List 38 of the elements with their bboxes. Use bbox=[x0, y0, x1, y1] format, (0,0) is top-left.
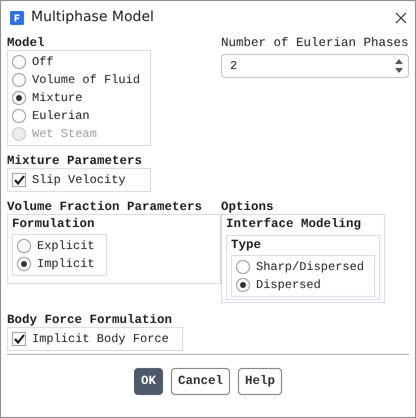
spinner-arrows-icon[interactable] bbox=[394, 58, 404, 74]
field-label: Number of Eulerian Phases bbox=[221, 36, 409, 50]
radio-button[interactable] bbox=[12, 73, 26, 87]
radio-button[interactable] bbox=[12, 109, 26, 123]
window-title: Multiphase Model bbox=[31, 8, 155, 27]
group-title: Formulation bbox=[12, 217, 96, 231]
radio-button[interactable] bbox=[17, 257, 31, 271]
radio-button[interactable] bbox=[17, 239, 31, 253]
group-title: Volume Fraction Parameters bbox=[7, 200, 204, 214]
checkbox[interactable] bbox=[12, 332, 26, 346]
close-icon[interactable] bbox=[395, 12, 407, 24]
group-title: Type bbox=[231, 238, 262, 252]
checkbox-label[interactable]: Implicit Body Force bbox=[32, 332, 169, 346]
radio-label[interactable]: Off bbox=[32, 55, 54, 69]
radio-button[interactable] bbox=[236, 260, 250, 274]
radio-label[interactable]: Volume of Fluid bbox=[32, 73, 140, 87]
radio-label[interactable]: Eulerian bbox=[32, 109, 90, 123]
dialog-button[interactable]: Help bbox=[238, 368, 282, 395]
checkbox[interactable] bbox=[12, 173, 26, 187]
radio-button[interactable] bbox=[12, 55, 26, 69]
checkbox-label[interactable]: Slip Velocity bbox=[32, 173, 126, 187]
radio-label[interactable]: Explicit bbox=[37, 239, 95, 253]
group-title: Options bbox=[221, 200, 275, 214]
radio-button[interactable] bbox=[12, 91, 26, 105]
dialog-button[interactable]: Cancel bbox=[170, 368, 230, 395]
radio-label[interactable]: Sharp/Dispersed bbox=[256, 260, 364, 274]
group-title: Interface Modeling bbox=[226, 217, 362, 231]
radio-label[interactable]: Dispersed bbox=[256, 278, 321, 292]
radio-label: Wet Steam bbox=[32, 127, 97, 141]
radio-button[interactable] bbox=[236, 278, 250, 292]
group-title: Mixture Parameters bbox=[7, 154, 144, 168]
radio-label[interactable]: Mixture bbox=[32, 91, 82, 105]
radio-label[interactable]: Implicit bbox=[37, 257, 95, 271]
ok-button[interactable]: OK bbox=[134, 368, 163, 395]
number-input[interactable]: 2 bbox=[221, 54, 409, 78]
app-icon bbox=[10, 10, 24, 24]
group-title: Model bbox=[7, 36, 46, 50]
group-title: Body Force Formulation bbox=[7, 313, 174, 327]
